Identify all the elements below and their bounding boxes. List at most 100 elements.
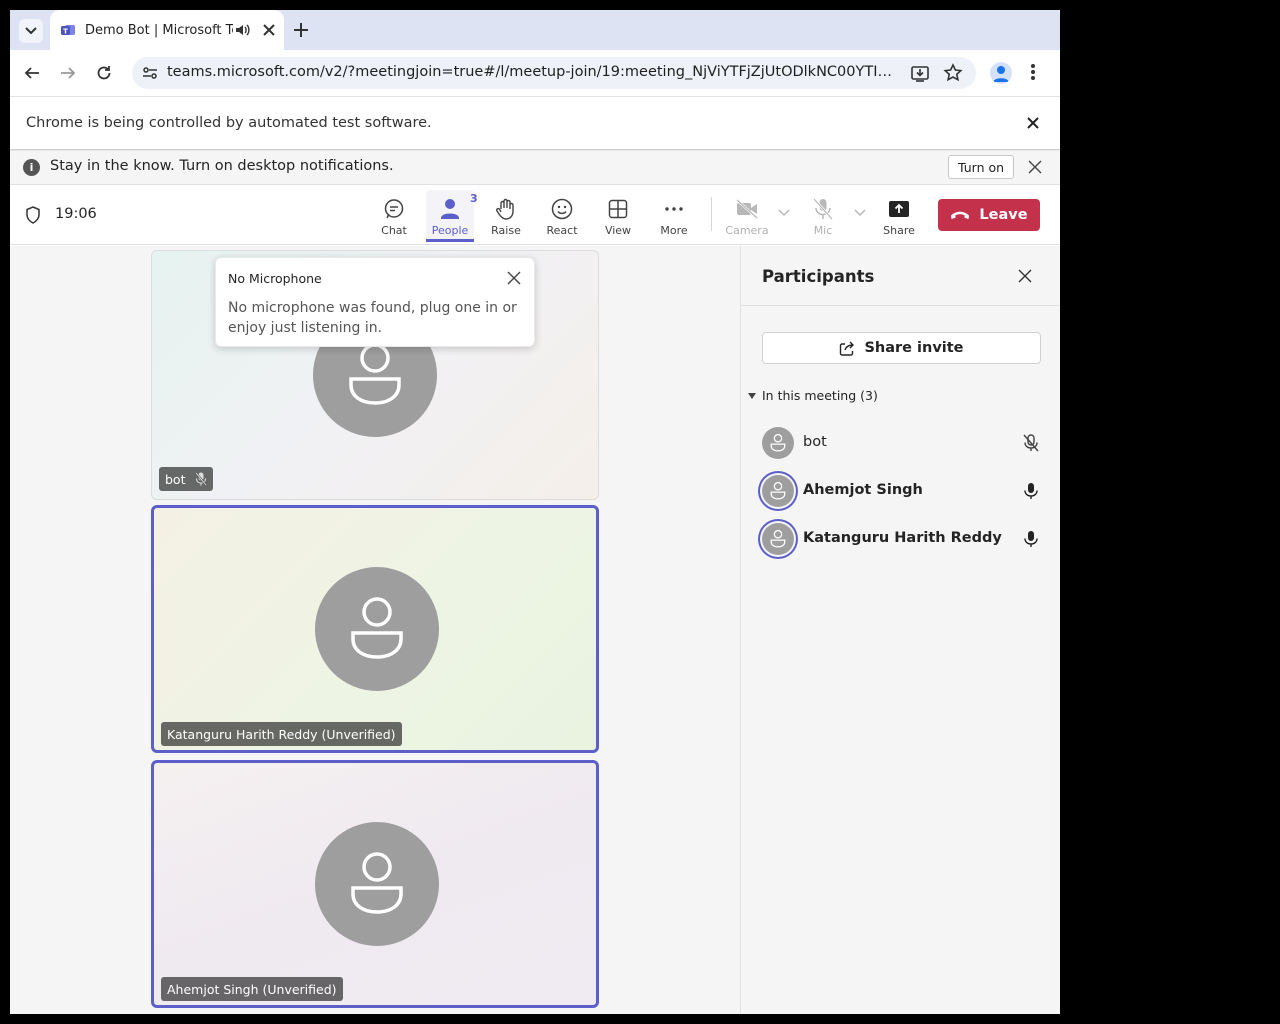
tab-title: Demo Bot | Microsoft Teams <box>85 22 233 38</box>
site-info-icon[interactable] <box>141 64 159 82</box>
caret-down-icon <box>748 392 756 399</box>
turn-on-notifications-button[interactable]: Turn on <box>948 155 1015 179</box>
address-bar[interactable]: teams.microsoft.com/v2/?meetingjoin=true… <box>132 57 976 89</box>
share-invite-button[interactable]: Share invite <box>762 332 1041 364</box>
audio-playing-icon[interactable] <box>234 22 250 38</box>
person-icon <box>770 434 786 452</box>
person-icon <box>770 530 786 548</box>
close-popup-icon[interactable] <box>507 271 521 285</box>
grid-view-icon <box>608 199 628 219</box>
avatar <box>762 523 794 555</box>
participant-name: Ahemjot Singh <box>803 482 923 498</box>
automation-infobar: Chrome is being controlled by automated … <box>10 96 1060 150</box>
mic-off-icon <box>813 198 833 220</box>
mic-icon <box>1024 531 1038 547</box>
camera-options-chevron-icon[interactable] <box>778 209 790 217</box>
participant-row[interactable]: Katanguru Harith Reddy <box>762 519 1042 559</box>
close-tab-icon[interactable] <box>262 23 276 37</box>
people-count-badge: 3 <box>470 192 478 205</box>
forward-button[interactable] <box>58 63 78 83</box>
chat-icon <box>384 199 404 219</box>
meeting-timer: 19:06 <box>55 206 97 222</box>
person-icon <box>770 482 786 500</box>
people-label: People <box>431 224 469 237</box>
reload-button[interactable] <box>94 63 114 83</box>
mic-button[interactable]: Mic <box>799 190 847 242</box>
reload-icon <box>97 66 111 80</box>
raise-label: Raise <box>491 224 521 237</box>
chat-button[interactable]: Chat <box>370 190 418 242</box>
react-label: React <box>546 224 578 237</box>
chevron-down-icon <box>25 27 37 35</box>
more-icon <box>665 207 683 211</box>
participant-row[interactable]: bot <box>762 423 1042 463</box>
participant-name: Ahemjot Singh (Unverified) <box>167 981 337 997</box>
participant-name-tag: bot <box>159 467 214 491</box>
share-label: Share <box>883 224 915 237</box>
participant-name-tag: Ahemjot Singh (Unverified) <box>161 977 343 1001</box>
participant-row[interactable]: Ahemjot Singh <box>762 471 1042 511</box>
svg-text:T: T <box>63 28 68 36</box>
video-tile[interactable]: Katanguru Harith Reddy (Unverified) <box>151 505 599 753</box>
teams-logo-icon: T <box>61 25 75 36</box>
install-app-icon[interactable] <box>910 63 930 83</box>
participant-name-tag: Katanguru Harith Reddy (Unverified) <box>161 722 402 746</box>
toolbar-divider <box>711 197 712 231</box>
avatar <box>762 427 794 459</box>
participant-name: bot <box>165 471 186 487</box>
react-button[interactable]: React <box>538 190 586 242</box>
back-arrow-icon <box>24 67 39 79</box>
mic-options-chevron-icon[interactable] <box>854 209 866 217</box>
in-meeting-section-toggle[interactable]: In this meeting (3) <box>748 388 878 403</box>
popup-title: No Microphone <box>228 271 322 286</box>
mic-off-icon <box>195 472 208 486</box>
video-tile[interactable]: Ahemjot Singh (Unverified) <box>151 760 599 1008</box>
mic-label: Mic <box>813 224 833 237</box>
shield-icon[interactable] <box>25 206 41 224</box>
notification-banner: i Stay in the know. Turn on desktop noti… <box>10 151 1060 185</box>
share-button[interactable]: Share <box>875 190 923 242</box>
view-label: View <box>604 224 632 237</box>
share-tray-icon <box>889 201 909 217</box>
panel-title: Participants <box>762 267 875 286</box>
more-button[interactable]: More <box>650 190 698 242</box>
participants-panel: Participants Share invite In this meetin… <box>740 246 1060 1014</box>
automation-message: Chrome is being controlled by automated … <box>26 115 432 131</box>
mic-off-icon <box>1023 434 1039 452</box>
person-icon <box>351 597 403 659</box>
tab-teams[interactable]: T Demo Bot | Microsoft Teams <box>50 10 284 50</box>
popup-body: No microphone was found, plug one in or … <box>228 300 517 336</box>
panel-divider <box>741 305 1060 306</box>
person-icon <box>351 852 403 914</box>
browser-window: T Demo Bot | Microsoft Teams <box>10 10 1060 1014</box>
share-icon <box>840 341 855 356</box>
raise-hand-button[interactable]: Raise <box>482 190 530 242</box>
close-panel-icon[interactable] <box>1018 269 1032 283</box>
people-button[interactable]: 3 People <box>426 190 478 242</box>
participant-name: bot <box>803 434 827 450</box>
close-banner-icon[interactable] <box>1028 160 1042 174</box>
profile-avatar[interactable] <box>990 62 1012 84</box>
leave-button[interactable]: Leave <box>938 199 1040 231</box>
video-stage: bot Katanguru Harith Reddy (Unverified) … <box>10 246 740 1014</box>
close-infobar-icon[interactable] <box>1026 116 1040 130</box>
leave-label: Leave <box>979 207 1028 223</box>
kebab-menu-icon <box>1031 64 1035 80</box>
chat-label: Chat <box>381 224 407 237</box>
mic-icon <box>1024 483 1038 499</box>
hand-icon <box>496 198 514 220</box>
tab-strip: T Demo Bot | Microsoft Teams <box>10 10 1060 50</box>
view-button[interactable]: View <box>594 190 642 242</box>
bookmark-star-icon[interactable] <box>943 63 963 83</box>
browser-menu-button[interactable] <box>1030 63 1036 85</box>
back-button[interactable] <box>22 63 42 83</box>
new-tab-icon[interactable] <box>292 21 310 39</box>
person-icon <box>349 343 401 405</box>
share-invite-label: Share invite <box>864 340 964 356</box>
camera-button[interactable]: Camera <box>723 190 771 242</box>
tab-search-button[interactable] <box>19 19 43 43</box>
phone-hangup-icon <box>951 211 970 219</box>
info-icon: i <box>23 159 40 176</box>
url-text[interactable]: teams.microsoft.com/v2/?meetingjoin=true… <box>167 64 897 80</box>
camera-label: Camera <box>725 224 769 237</box>
